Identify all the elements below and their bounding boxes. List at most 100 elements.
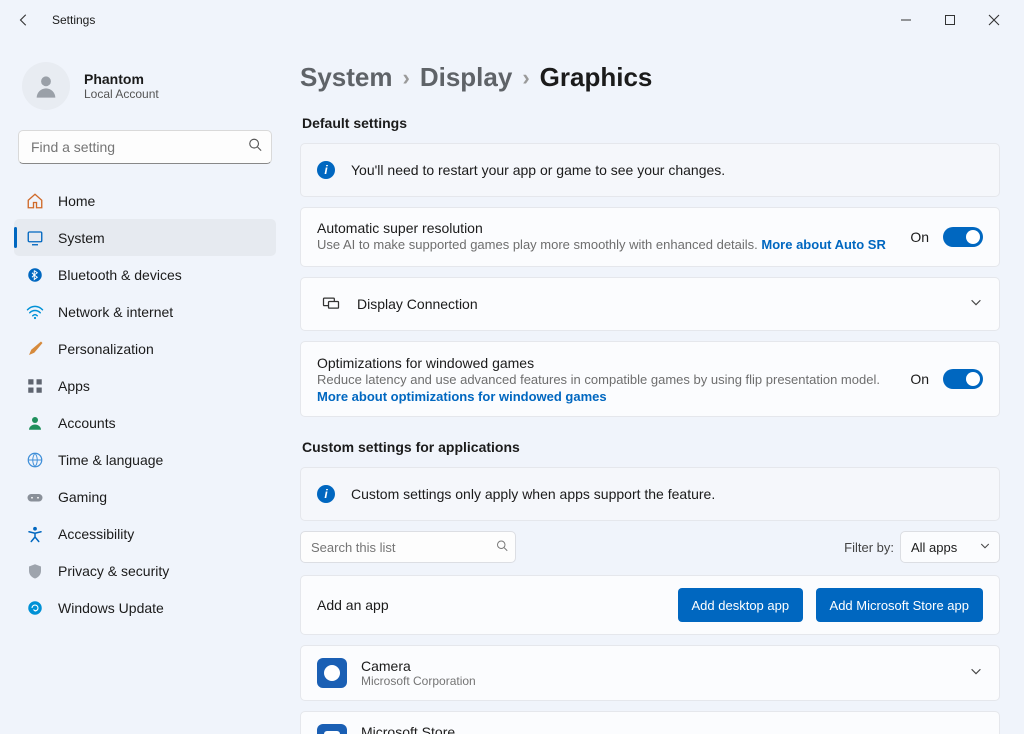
filter-dropdown[interactable]: All apps — [900, 531, 1000, 563]
sidebar-item-label: Privacy & security — [58, 563, 169, 579]
sidebar-item-system[interactable]: System — [14, 219, 276, 256]
sidebar-item-label: Bluetooth & devices — [58, 267, 182, 283]
back-button[interactable] — [8, 4, 40, 36]
sidebar-item-time[interactable]: Time & language — [14, 441, 276, 478]
sidebar-item-bluetooth[interactable]: Bluetooth & devices — [14, 256, 276, 293]
sidebar-item-apps[interactable]: Apps — [14, 367, 276, 404]
sidebar-item-label: Windows Update — [58, 600, 164, 616]
sidebar-item-accessibility[interactable]: Accessibility — [14, 515, 276, 552]
monitor-icon — [317, 294, 345, 314]
chevron-right-icon: › — [403, 65, 410, 91]
info-text: You'll need to restart your app or game … — [351, 162, 983, 178]
sidebar-nav: Home System Bluetooth & devices Network … — [14, 182, 276, 626]
sidebar-item-privacy[interactable]: Privacy & security — [14, 552, 276, 589]
default-settings-label: Default settings — [302, 115, 1000, 131]
system-icon — [26, 229, 44, 247]
asr-link[interactable]: More about Auto SR — [761, 237, 885, 252]
crumb-display[interactable]: Display — [420, 62, 513, 93]
list-search-input[interactable] — [300, 531, 516, 563]
display-connection-title: Display Connection — [357, 296, 969, 312]
sidebar-item-personalization[interactable]: Personalization — [14, 330, 276, 367]
add-store-app-button[interactable]: Add Microsoft Store app — [816, 588, 983, 622]
user-account: Local Account — [84, 87, 159, 101]
maximize-button[interactable] — [928, 4, 972, 36]
auto-super-resolution-card[interactable]: Automatic super resolution Use AI to mak… — [300, 207, 1000, 267]
gaming-icon — [26, 488, 44, 506]
info-custom: i Custom settings only apply when apps s… — [300, 467, 1000, 521]
search-icon — [248, 138, 262, 157]
sidebar-item-label: Home — [58, 193, 95, 209]
owg-state: On — [910, 371, 929, 387]
asr-title: Automatic super resolution — [317, 220, 910, 236]
custom-settings-label: Custom settings for applications — [302, 439, 1000, 455]
chevron-down-icon — [969, 295, 983, 314]
window-controls — [884, 4, 1016, 36]
filter-label: Filter by: — [844, 540, 894, 555]
crumb-system[interactable]: System — [300, 62, 393, 93]
avatar — [22, 62, 70, 110]
minimize-button[interactable] — [884, 4, 928, 36]
sidebar-item-label: Gaming — [58, 489, 107, 505]
owg-title: Optimizations for windowed games — [317, 355, 910, 371]
asr-desc: Use AI to make supported games play more… — [317, 237, 761, 252]
sidebar-item-label: Time & language — [58, 452, 163, 468]
app-publisher: Microsoft Corporation — [361, 674, 969, 688]
filter-row: Filter by: All apps — [300, 531, 1000, 563]
camera-app-icon — [317, 658, 347, 688]
brush-icon — [26, 340, 44, 358]
close-button[interactable] — [972, 4, 1016, 36]
info-custom-text: Custom settings only apply when apps sup… — [351, 486, 983, 502]
home-icon — [26, 192, 44, 210]
shield-icon — [26, 562, 44, 580]
titlebar: Settings — [0, 0, 1024, 40]
store-app-icon — [317, 724, 347, 734]
app-name: Camera — [361, 658, 969, 674]
sidebar-item-label: Apps — [58, 378, 90, 394]
asr-state: On — [910, 229, 929, 245]
owg-desc: Reduce latency and use advanced features… — [317, 371, 910, 389]
sidebar-item-label: Accessibility — [58, 526, 134, 542]
profile[interactable]: Phantom Local Account — [14, 56, 276, 126]
sidebar-item-label: Personalization — [58, 341, 154, 357]
app-row-camera[interactable]: Camera Microsoft Corporation — [300, 645, 1000, 701]
add-desktop-app-button[interactable]: Add desktop app — [678, 588, 804, 622]
apps-icon — [26, 377, 44, 395]
bluetooth-icon — [26, 266, 44, 284]
chevron-down-icon — [969, 664, 983, 683]
owg-link[interactable]: More about optimizations for windowed ga… — [317, 389, 910, 404]
optimizations-windowed-card[interactable]: Optimizations for windowed games Reduce … — [300, 341, 1000, 417]
chevron-right-icon: › — [522, 65, 529, 91]
window-title: Settings — [52, 13, 95, 27]
info-icon: i — [317, 485, 335, 503]
sidebar-item-update[interactable]: Windows Update — [14, 589, 276, 626]
app-row-store[interactable]: Microsoft Store Microsoft Corporation — [300, 711, 1000, 734]
search-input[interactable] — [18, 130, 272, 164]
sidebar-item-gaming[interactable]: Gaming — [14, 478, 276, 515]
app-name: Microsoft Store — [361, 724, 969, 734]
search-icon — [496, 540, 508, 555]
chevron-down-icon — [979, 540, 991, 555]
owg-toggle[interactable] — [943, 369, 983, 389]
sidebar-item-home[interactable]: Home — [14, 182, 276, 219]
filter-value: All apps — [911, 540, 957, 555]
sidebar-item-label: Network & internet — [58, 304, 173, 320]
accessibility-icon — [26, 525, 44, 543]
person-icon — [26, 414, 44, 432]
main-content[interactable]: System › Display › Graphics Default sett… — [288, 40, 1024, 734]
wifi-icon — [26, 303, 44, 321]
sidebar-item-accounts[interactable]: Accounts — [14, 404, 276, 441]
chevron-down-icon — [969, 730, 983, 734]
sidebar-item-network[interactable]: Network & internet — [14, 293, 276, 330]
crumb-graphics: Graphics — [540, 62, 653, 93]
sidebar-item-label: Accounts — [58, 415, 116, 431]
info-restart: i You'll need to restart your app or gam… — [300, 143, 1000, 197]
list-search — [300, 531, 516, 563]
asr-toggle[interactable] — [943, 227, 983, 247]
update-icon — [26, 599, 44, 617]
user-name: Phantom — [84, 71, 159, 87]
sidebar-item-label: System — [58, 230, 105, 246]
add-app-card: Add an app Add desktop app Add Microsoft… — [300, 575, 1000, 635]
breadcrumb: System › Display › Graphics — [300, 62, 1000, 93]
globe-icon — [26, 451, 44, 469]
display-connection-card[interactable]: Display Connection — [300, 277, 1000, 331]
